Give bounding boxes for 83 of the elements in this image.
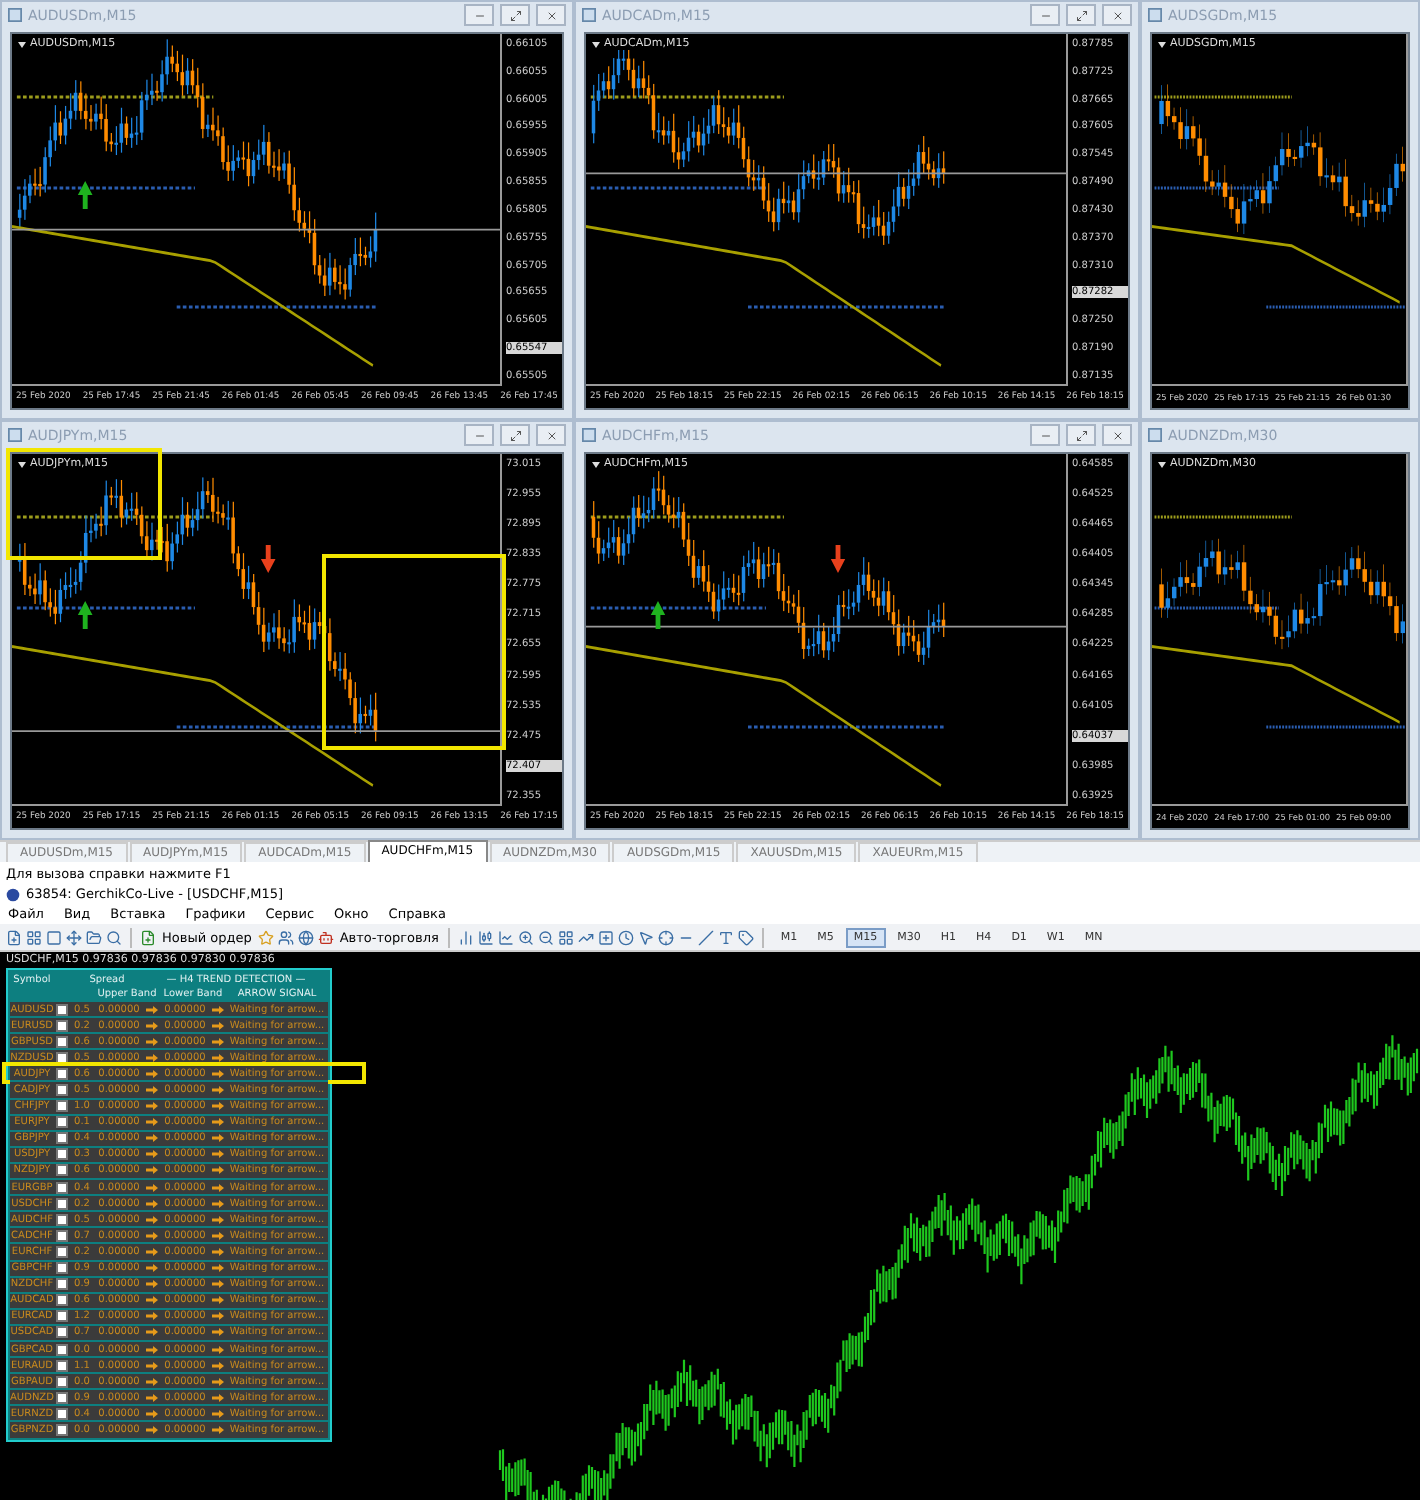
checkbox[interactable] <box>56 1294 68 1307</box>
chart-icon[interactable] <box>46 929 62 945</box>
minimize-icon <box>473 429 485 441</box>
search-icon[interactable] <box>106 929 122 945</box>
close-icon <box>545 429 557 441</box>
maximize-button[interactable] <box>1066 4 1096 26</box>
zoom-out-icon[interactable] <box>538 929 555 945</box>
maximize-button[interactable] <box>1066 424 1096 446</box>
indicator-icon[interactable] <box>598 929 615 945</box>
zoom-in-icon[interactable] <box>518 929 535 945</box>
dropdown-triangle-icon[interactable] <box>1158 41 1166 47</box>
checkbox[interactable] <box>56 1229 68 1242</box>
robot-icon[interactable] <box>317 929 334 945</box>
users-icon[interactable] <box>277 929 294 945</box>
close-icon <box>1111 9 1123 21</box>
dropdown-triangle-icon[interactable] <box>18 41 26 47</box>
checkbox[interactable] <box>56 1116 68 1129</box>
chart-icon <box>8 428 22 442</box>
checkbox[interactable] <box>56 1051 68 1064</box>
dropdown-triangle-icon[interactable] <box>592 461 600 467</box>
dropdown-triangle-icon[interactable] <box>592 41 600 47</box>
profiles-icon[interactable] <box>26 929 42 945</box>
checkbox[interactable] <box>56 1132 68 1145</box>
chart-icon <box>1148 8 1162 22</box>
candlestick-icon[interactable] <box>478 929 495 945</box>
checkbox[interactable] <box>56 1164 68 1177</box>
checkbox[interactable] <box>56 1003 68 1016</box>
globe-icon[interactable] <box>297 929 314 945</box>
level-line <box>1153 607 1280 609</box>
line-chart-icon[interactable] <box>498 929 515 945</box>
chart-icon <box>582 428 596 442</box>
checkbox[interactable] <box>56 1197 68 1210</box>
maximize-button[interactable] <box>500 424 530 446</box>
level-line <box>1265 306 1406 308</box>
label-icon[interactable] <box>738 929 755 945</box>
maximize-button[interactable] <box>500 4 530 26</box>
checkbox[interactable] <box>56 1213 68 1226</box>
checkbox[interactable] <box>56 1375 68 1388</box>
checkbox[interactable] <box>56 1359 68 1372</box>
cursor-icon[interactable] <box>638 929 655 945</box>
app-logo-icon <box>6 887 20 901</box>
navigator-icon[interactable] <box>66 929 82 945</box>
checkbox[interactable] <box>56 1391 68 1404</box>
minimize-icon <box>1039 9 1051 21</box>
checkbox[interactable] <box>56 1084 68 1097</box>
minimize-icon <box>1039 429 1051 441</box>
tile-icon[interactable] <box>558 929 575 945</box>
close-icon <box>1111 429 1123 441</box>
autoscroll-icon[interactable] <box>578 929 595 945</box>
checkbox[interactable] <box>56 1407 68 1420</box>
checkbox[interactable] <box>56 1245 68 1258</box>
text-icon[interactable] <box>718 929 735 945</box>
level-line <box>1153 516 1293 518</box>
checkbox[interactable] <box>56 1181 68 1194</box>
dropdown-triangle-icon[interactable] <box>18 461 26 467</box>
checkbox[interactable] <box>56 1067 68 1080</box>
bar-chart-icon[interactable] <box>458 929 475 945</box>
checkbox[interactable] <box>56 1310 68 1323</box>
minimize-icon <box>473 9 485 21</box>
new-chart-icon[interactable] <box>6 929 22 945</box>
chart-icon <box>1148 428 1162 442</box>
level-line <box>1153 96 1293 98</box>
clock-icon[interactable] <box>618 929 635 945</box>
checkbox[interactable] <box>56 1148 68 1161</box>
trend-line-icon[interactable] <box>698 929 715 945</box>
star-icon[interactable] <box>257 929 274 945</box>
checkbox[interactable] <box>56 1100 68 1113</box>
crosshair-icon[interactable] <box>658 929 675 945</box>
checkbox[interactable] <box>56 1423 68 1436</box>
checkbox[interactable] <box>56 1035 68 1048</box>
level-line <box>1153 187 1280 189</box>
dropdown-triangle-icon[interactable] <box>1158 461 1166 467</box>
checkbox[interactable] <box>56 1343 68 1356</box>
chart-icon <box>8 8 22 22</box>
level-line <box>1265 726 1406 728</box>
checkbox[interactable] <box>56 1326 68 1339</box>
close-icon <box>545 9 557 21</box>
order-icon[interactable] <box>140 929 156 945</box>
checkbox[interactable] <box>56 1262 68 1275</box>
checkbox[interactable] <box>56 1019 68 1032</box>
checkbox[interactable] <box>56 1278 68 1291</box>
chart-icon <box>582 8 596 22</box>
folder-icon[interactable] <box>86 929 102 945</box>
